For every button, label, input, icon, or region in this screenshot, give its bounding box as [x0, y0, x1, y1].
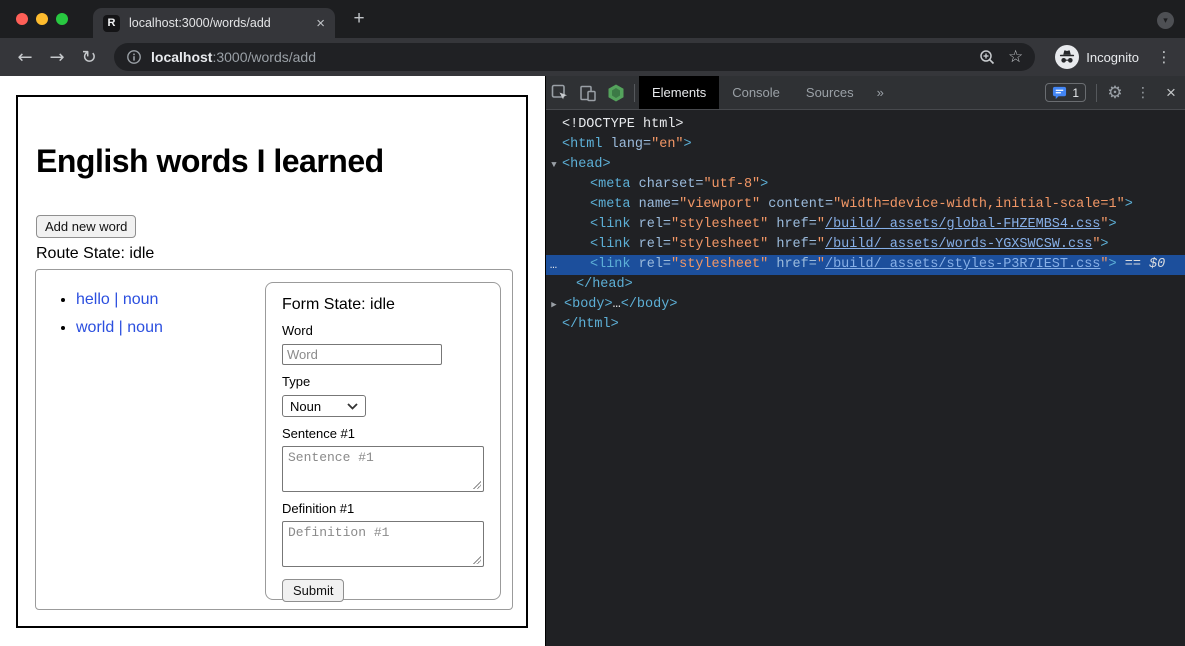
- dom-tree: <!DOCTYPE html><html lang="en">▼<head><m…: [546, 110, 1185, 646]
- devtools-close-icon[interactable]: ×: [1157, 76, 1185, 109]
- zoom-window-button[interactable]: [56, 13, 68, 25]
- code-line[interactable]: </head>: [546, 275, 1185, 295]
- new-tab-button[interactable]: +: [348, 8, 370, 30]
- expander-arrow-icon[interactable]: ▼: [546, 155, 562, 175]
- forward-button[interactable]: →: [44, 47, 70, 68]
- tab-search-button[interactable]: ▾: [1157, 12, 1174, 29]
- minimize-window-button[interactable]: [36, 13, 48, 25]
- definition-label: Definition #1: [282, 501, 484, 516]
- code-line[interactable]: <html lang="en">: [546, 135, 1185, 155]
- form-card: Form State: idle Word Type Noun Sentence…: [265, 282, 501, 600]
- inspect-element-icon[interactable]: [546, 76, 574, 109]
- code-line[interactable]: <meta charset="utf-8">: [546, 175, 1185, 195]
- incognito-badge: Incognito: [1055, 45, 1139, 69]
- traffic-lights: [16, 13, 68, 25]
- devtools-toolbar: ElementsConsoleSources » 1 ⚙ ⋮ ×: [546, 76, 1185, 110]
- form-state-text: Form State: idle: [282, 296, 484, 314]
- code-line[interactable]: <link rel="stylesheet" href="/build/_ass…: [546, 235, 1185, 255]
- page-viewport: English words I learned Add new word Rou…: [0, 76, 545, 646]
- submit-button[interactable]: Submit: [282, 579, 344, 602]
- code-line[interactable]: <meta name="viewport" content="width=dev…: [546, 195, 1185, 215]
- reload-button[interactable]: ↻: [76, 47, 102, 68]
- gutter: [546, 175, 562, 195]
- devtools-tab-elements[interactable]: Elements: [639, 76, 719, 109]
- remix-favicon-icon: R: [103, 15, 120, 32]
- issues-count: 1: [1072, 86, 1079, 100]
- definition-textarea[interactable]: [282, 521, 484, 567]
- browser-window: R localhost:3000/words/add × + ▾ ← → ↻ l…: [0, 0, 1185, 646]
- extension-icon[interactable]: [602, 76, 630, 109]
- tab-title: localhost:3000/words/add: [129, 16, 310, 30]
- close-window-button[interactable]: [16, 13, 28, 25]
- gutter: [546, 215, 562, 235]
- browser-tab[interactable]: R localhost:3000/words/add ×: [93, 8, 335, 38]
- code-line[interactable]: </html>: [546, 315, 1185, 335]
- toolbar-divider: [634, 84, 635, 102]
- incognito-label: Incognito: [1086, 50, 1139, 65]
- ellipsis-gutter-icon: …: [546, 255, 562, 275]
- gutter: [546, 235, 562, 255]
- more-tabs-icon[interactable]: »: [867, 85, 894, 100]
- incognito-icon: [1055, 45, 1079, 69]
- code-line[interactable]: …<link rel="stylesheet" href="/build/_as…: [546, 255, 1185, 275]
- titlebar: R localhost:3000/words/add × + ▾: [0, 0, 1185, 38]
- tab-close-icon[interactable]: ×: [316, 15, 325, 32]
- bookmark-star-icon[interactable]: ☆: [1008, 47, 1023, 67]
- info-icon[interactable]: [126, 49, 142, 65]
- url-path: :3000/words/add: [212, 49, 316, 65]
- type-select[interactable]: Noun: [282, 395, 366, 417]
- word-label: Word: [282, 323, 484, 338]
- devtools-tab-console[interactable]: Console: [719, 76, 793, 109]
- gutter: [546, 195, 562, 215]
- zoom-in-icon[interactable]: [978, 48, 996, 66]
- add-word-button[interactable]: Add new word: [36, 215, 136, 238]
- code-line[interactable]: ▶<body>…</body>: [546, 295, 1185, 315]
- url-text[interactable]: localhost:3000/words/add: [151, 49, 966, 65]
- browser-menu-icon[interactable]: ⋮: [1155, 48, 1173, 66]
- expander-arrow-icon[interactable]: ▶: [546, 295, 562, 315]
- app-container: English words I learned Add new word Rou…: [16, 95, 528, 628]
- gutter: [546, 275, 562, 295]
- toolbar-divider: [1096, 84, 1097, 102]
- word-input[interactable]: [282, 344, 442, 365]
- issues-badge[interactable]: 1: [1045, 83, 1086, 102]
- code-line[interactable]: <link rel="stylesheet" href="/build/_ass…: [546, 215, 1185, 235]
- type-select-value: Noun: [290, 399, 321, 414]
- words-panel: hello | noun world | noun Form State: idl…: [35, 269, 513, 610]
- devtools-tabs: ElementsConsoleSources: [639, 76, 867, 109]
- code-line[interactable]: <!DOCTYPE html>: [546, 115, 1185, 135]
- gutter: [546, 135, 562, 155]
- word-link[interactable]: world | noun: [76, 319, 163, 336]
- devtools-tab-sources[interactable]: Sources: [793, 76, 867, 109]
- route-state-text: Route State: idle: [36, 245, 526, 263]
- chevron-down-icon: [347, 403, 358, 410]
- settings-gear-icon[interactable]: ⚙: [1101, 76, 1129, 109]
- sentence-textarea[interactable]: [282, 446, 484, 492]
- device-toolbar-icon[interactable]: [574, 76, 602, 109]
- browser-toolbar: ← → ↻ localhost:3000/words/add ☆: [0, 38, 1185, 76]
- word-link[interactable]: hello | noun: [76, 291, 158, 308]
- code-line[interactable]: ▼<head>: [546, 155, 1185, 175]
- back-button[interactable]: ←: [12, 47, 38, 68]
- gutter: [546, 315, 562, 335]
- issue-bubble-icon: [1052, 85, 1067, 100]
- devtools-panel: ElementsConsoleSources » 1 ⚙ ⋮ × <!: [545, 76, 1185, 646]
- sentence-label: Sentence #1: [282, 426, 484, 441]
- type-label: Type: [282, 374, 484, 389]
- devtools-menu-icon[interactable]: ⋮: [1129, 76, 1157, 109]
- gutter: [546, 115, 562, 135]
- page-title: English words I learned: [36, 143, 526, 180]
- omnibox[interactable]: localhost:3000/words/add ☆: [114, 43, 1035, 71]
- url-host: localhost: [151, 49, 212, 65]
